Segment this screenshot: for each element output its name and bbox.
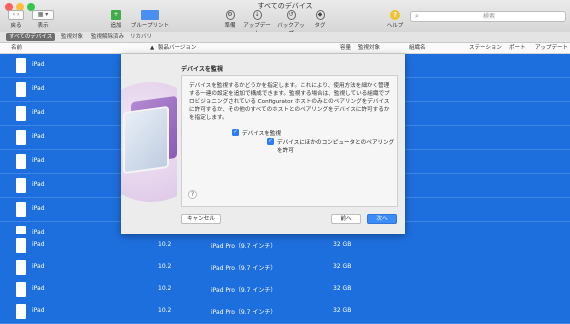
ipad-device-icon <box>16 106 26 121</box>
supervise-label: デバイスを監視 <box>242 131 281 137</box>
device-name: iPad <box>32 205 45 212</box>
filter-tabs: すべてのデバイス 監視対象 監視解除済み リカバリ <box>0 32 570 43</box>
blueprint-icon <box>141 10 159 20</box>
device-version: 10.2 <box>158 285 172 292</box>
prepare-button[interactable]: ⚙ 準備 <box>219 10 241 29</box>
dialog-title: デバイスを監視 <box>181 66 223 73</box>
device-name: iPad <box>32 85 45 92</box>
device-model: iPad Pro（9.7 インチ） <box>211 287 277 294</box>
device-name: iPad <box>32 307 45 314</box>
search-placeholder: 検索 <box>483 13 496 20</box>
tag-label: タグ <box>314 23 326 29</box>
device-name: iPad <box>32 263 45 270</box>
ipad-device-icon <box>16 282 26 297</box>
allow-pairing-checkbox[interactable]: ✓ <box>267 138 274 145</box>
supervise-dialog: デバイスを監視 デバイスを監視するかどうかを指定します。これにより、使用方法を細… <box>121 54 405 234</box>
ipad-illustration <box>121 54 177 234</box>
ipad-device-icon <box>16 260 26 275</box>
ipad-device-icon <box>16 304 26 319</box>
tab-supervised[interactable]: 監視対象 <box>58 33 86 41</box>
column-station[interactable]: ステーション <box>469 43 502 53</box>
update-icon: ↓ <box>252 10 262 20</box>
previous-button[interactable]: 前へ <box>331 214 361 224</box>
device-capacity: 32 GB <box>333 263 352 270</box>
search-input[interactable]: ⌕ 検索 <box>410 11 566 22</box>
device-name: iPad <box>32 285 45 292</box>
device-model: iPad Pro（9.7 インチ） <box>211 243 277 250</box>
table-row[interactable]: iPad 10.2 iPad Pro（9.7 インチ） 32 GB <box>0 234 570 258</box>
column-supervised[interactable]: 監視対象 <box>358 43 380 53</box>
help-icon: ? <box>390 10 400 20</box>
device-model: iPad Pro（9.7 インチ） <box>211 309 277 316</box>
tag-icon: ◆ <box>315 10 325 20</box>
tab-recovery[interactable]: リカバリ <box>127 33 155 41</box>
device-name: iPad <box>32 157 45 164</box>
add-icon: + <box>111 10 121 20</box>
table-row[interactable]: iPad 10.2 iPad Pro（9.7 インチ） 32 GB <box>0 278 570 302</box>
next-button[interactable]: 次へ <box>367 214 397 224</box>
column-version[interactable]: 製品バージョン <box>158 43 196 53</box>
device-name: iPad <box>32 241 45 248</box>
device-model: iPad Pro（9.7 インチ） <box>211 265 277 272</box>
tag-button[interactable]: ◆ タグ <box>309 10 331 29</box>
device-version: 10.2 <box>158 241 172 248</box>
ipad-device-icon <box>16 154 26 169</box>
device-version: 10.2 <box>158 263 172 270</box>
prepare-icon: ⚙ <box>225 10 235 20</box>
ipad-device-icon <box>16 178 26 193</box>
help-question-icon[interactable]: ? <box>188 190 197 199</box>
column-port[interactable]: ポート <box>509 43 526 53</box>
back-forward-icon: ‹ › <box>8 10 24 20</box>
column-header: 名前 ▲ 製品バージョン 容量 監視対象 組織名 ステーション ポート アップデ… <box>0 43 570 54</box>
table-row[interactable]: iPad 10.2 iPad Pro（9.7 インチ） 32 GB <box>0 300 570 324</box>
view-button[interactable]: ▦ ▾ 表示 <box>30 10 56 29</box>
dialog-content: デバイスを監視するかどうかを指定します。これにより、使用方法を細かく管理する一連… <box>181 75 398 207</box>
ipad-device-icon <box>16 238 26 253</box>
column-org[interactable]: 組織名 <box>409 43 426 53</box>
backup-icon: ↺ <box>286 10 296 20</box>
column-name[interactable]: 名前 <box>11 43 22 53</box>
back-button[interactable]: ‹ › 戻る <box>4 10 28 29</box>
ipad-device-icon <box>16 58 26 73</box>
ipad-front-image <box>123 105 169 175</box>
add-label: 追加 <box>110 23 122 29</box>
blueprint-label: ブループリント <box>130 23 170 29</box>
column-update[interactable]: アップデート <box>535 43 568 53</box>
device-name: iPad <box>32 133 45 140</box>
view-options-icon: ▦ ▾ <box>32 10 54 20</box>
view-label: 表示 <box>37 23 49 29</box>
ipad-device-icon <box>16 202 26 217</box>
blueprint-button[interactable]: ブループリント <box>130 10 170 29</box>
sort-indicator-icon: ▲ <box>150 45 155 51</box>
device-name: iPad <box>32 109 45 116</box>
add-button[interactable]: + 追加 <box>104 10 128 29</box>
allow-pairing-label: デバイスにほかのコンピュータとのペアリングを許可 <box>277 140 395 154</box>
device-capacity: 32 GB <box>333 307 352 314</box>
cancel-button[interactable]: キャンセル <box>181 214 221 224</box>
toolbar: すべてのデバイス ‹ › 戻る ▦ ▾ 表示 + 追加 ブループリント ⚙ 準備… <box>0 0 570 37</box>
table-row[interactable]: iPad 10.2 iPad Pro（9.7 インチ） 32 GB <box>0 256 570 280</box>
device-capacity: 32 GB <box>333 241 352 248</box>
ipad-device-icon <box>16 82 26 97</box>
dialog-description: デバイスを監視するかどうかを指定します。これにより、使用方法を細かく管理する一連… <box>189 83 390 121</box>
ipad-device-icon <box>16 130 26 145</box>
device-capacity: 32 GB <box>333 285 352 292</box>
device-name: iPad <box>32 61 45 68</box>
prepare-label: 準備 <box>224 23 236 29</box>
tab-unsupervised[interactable]: 監視解除済み <box>88 33 127 41</box>
help-button[interactable]: ? ヘルプ <box>384 10 406 29</box>
tab-all-devices[interactable]: すべてのデバイス <box>6 33 56 41</box>
column-capacity[interactable]: 容量 <box>340 43 351 53</box>
back-label: 戻る <box>10 23 22 29</box>
device-version: 10.2 <box>158 307 172 314</box>
supervise-checkbox[interactable]: ✓ <box>232 129 239 136</box>
device-name: iPad <box>32 181 45 188</box>
help-label: ヘルプ <box>386 23 404 29</box>
search-icon: ⌕ <box>415 12 419 20</box>
